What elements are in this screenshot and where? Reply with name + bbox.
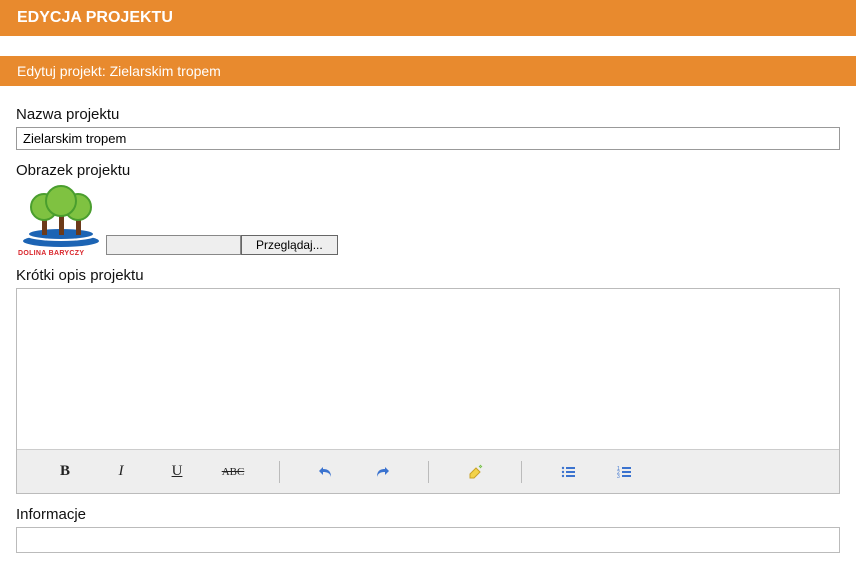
short-desc-editor: B I U ABC	[16, 288, 840, 494]
subheader-title: Edytuj projekt: Zielarskim tropem	[17, 63, 221, 79]
undo-button[interactable]	[298, 457, 354, 487]
redo-icon	[374, 464, 390, 480]
info-label: Informacje	[16, 506, 840, 523]
browse-button[interactable]: Przeglądaj...	[241, 235, 338, 255]
toolbar-separator	[521, 461, 522, 483]
strikethrough-button[interactable]: ABC	[205, 457, 261, 487]
clear-formatting-button[interactable]	[447, 457, 503, 487]
bullet-list-icon	[560, 464, 576, 480]
project-image-label: Obrazek projektu	[16, 162, 840, 179]
eraser-icon	[467, 464, 483, 480]
page-header: EDYCJA PROJEKTU	[0, 0, 856, 36]
subheader: Edytuj projekt: Zielarskim tropem	[0, 56, 856, 86]
short-desc-label: Krótki opis projektu	[16, 267, 840, 284]
toolbar-separator	[279, 461, 280, 483]
spacer	[0, 36, 856, 56]
info-editor[interactable]	[16, 527, 840, 553]
logo-svg	[16, 183, 106, 255]
underline-button[interactable]: U	[149, 457, 205, 487]
numbered-list-icon: 1 2 3	[616, 464, 632, 480]
svg-text:3: 3	[617, 474, 620, 480]
project-name-input[interactable]	[16, 127, 840, 150]
project-logo: DOLINA BARYCZY	[16, 183, 106, 255]
short-desc-textarea[interactable]	[17, 289, 839, 449]
undo-icon	[318, 464, 334, 480]
form-content: Nazwa projektu Obrazek projektu DOLINA B…	[0, 86, 856, 561]
bold-button[interactable]: B	[37, 457, 93, 487]
file-path-display	[106, 235, 241, 255]
unordered-list-button[interactable]	[540, 457, 596, 487]
ordered-list-button[interactable]: 1 2 3	[596, 457, 652, 487]
project-name-label: Nazwa projektu	[16, 106, 840, 123]
page-title: EDYCJA PROJEKTU	[17, 9, 173, 26]
italic-button[interactable]: I	[93, 457, 149, 487]
editor-toolbar: B I U ABC	[17, 449, 839, 493]
logo-caption: DOLINA BARYCZY	[18, 250, 84, 257]
toolbar-separator	[428, 461, 429, 483]
redo-button[interactable]	[354, 457, 410, 487]
image-upload-row: DOLINA BARYCZY Przeglądaj...	[16, 183, 840, 255]
